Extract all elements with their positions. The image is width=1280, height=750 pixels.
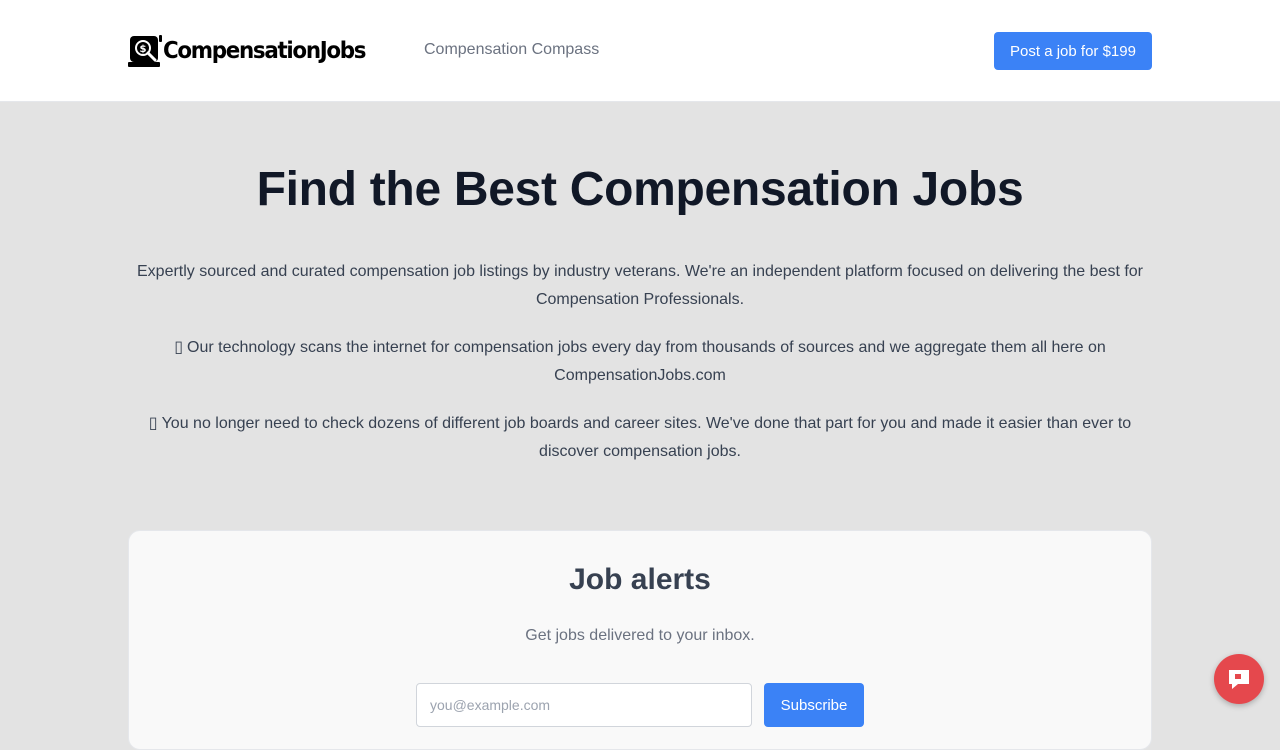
convenience-paragraph: ▯ You no longer need to check dozens of d… [128, 410, 1152, 466]
technology-paragraph: ▯ Our technology scans the internet for c… [128, 334, 1152, 390]
dollar-search-icon: $ [128, 35, 162, 67]
intro-text: Expertly sourced and curated compensatio… [137, 263, 1143, 308]
convenience-text: You no longer need to check dozens of di… [161, 415, 1132, 460]
svg-text:$: $ [140, 44, 147, 55]
emoji-icon: ▯ [148, 415, 158, 432]
email-input[interactable] [416, 683, 752, 727]
site-logo[interactable]: $ CompensationJobs [128, 33, 380, 69]
logo-wordmark: CompensationJobs [163, 38, 367, 64]
nav-compensation-compass-link[interactable]: Compensation Compass [424, 41, 599, 59]
chat-bubble-icon [1229, 670, 1249, 689]
job-alerts-card: Job alerts Get jobs delivered to your in… [128, 530, 1152, 750]
chat-launcher-button[interactable] [1214, 654, 1264, 704]
job-alerts-subtitle: Get jobs delivered to your inbox. [525, 627, 755, 644]
intro-paragraph: Expertly sourced and curated compensatio… [128, 258, 1152, 314]
site-header: $ CompensationJobs Compensation Compass … [0, 0, 1280, 102]
page-title: Find the Best Compensation Jobs [256, 163, 1024, 216]
post-job-button[interactable]: Post a job for $199 [994, 32, 1152, 70]
technology-text: Our technology scans the internet for co… [187, 339, 1106, 384]
emoji-icon: ▯ [174, 339, 184, 356]
subscribe-button[interactable]: Subscribe [764, 683, 864, 727]
job-alerts-title: Job alerts [569, 563, 711, 596]
